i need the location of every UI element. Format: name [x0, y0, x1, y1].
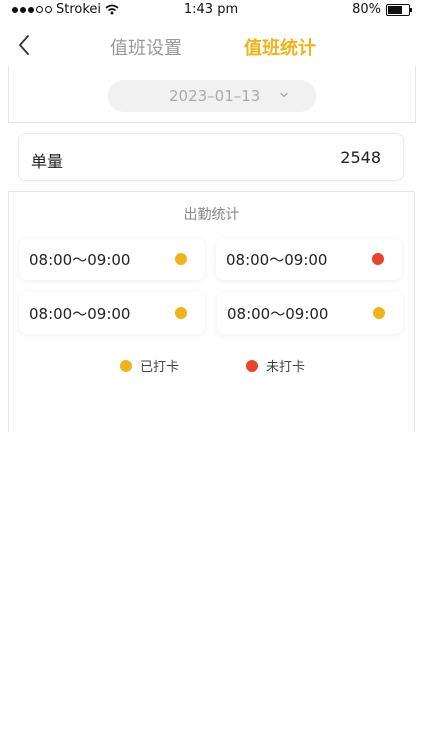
legend-unchecked-label: 未打卡 — [266, 360, 306, 375]
attendance-legend: 已打卡 未打卡 — [9, 356, 414, 375]
status-dot — [373, 307, 385, 319]
quantity-label: 单量 — [31, 152, 64, 171]
shift-time: 08:00～09:00 — [227, 305, 329, 323]
back-button[interactable] — [14, 32, 36, 58]
quantity-value: 2548 — [340, 148, 381, 167]
status-dot — [175, 253, 187, 265]
status-right: 80% — [352, 2, 412, 17]
nav-bar: 值班设置 值班统计 — [0, 20, 422, 70]
quantity-card: 单量 2548 — [18, 133, 404, 181]
tab-duty-settings[interactable]: 值班设置 — [110, 34, 182, 60]
status-dot — [175, 307, 187, 319]
chevron-left-icon — [19, 35, 29, 55]
date-picker[interactable]: 2023–01–13 — [108, 80, 316, 112]
battery-icon — [386, 3, 412, 16]
unchecked-dot-icon — [246, 359, 258, 372]
shift-slot[interactable]: 08:00～09:00 — [216, 238, 402, 280]
shift-time: 08:00～09:00 — [29, 251, 131, 269]
legend-unchecked: 未打卡 — [246, 356, 305, 375]
status-bar: Strokei 1:43 pm 80% — [0, 0, 422, 20]
chevron-down-icon — [280, 92, 288, 98]
shift-slot[interactable]: 08:00～09:00 — [19, 292, 205, 334]
shift-slot[interactable]: 08:00～09:00 — [217, 292, 403, 334]
attendance-panel: 出勤统计 08:00～09:00 08:00～09:00 08:00～09:00… — [8, 191, 415, 432]
checked-dot-icon — [120, 359, 132, 372]
battery-percent: 80% — [352, 2, 381, 17]
legend-checked-label: 已打卡 — [140, 360, 180, 375]
status-dot — [372, 253, 384, 265]
attendance-title: 出勤统计 — [183, 207, 240, 223]
shift-slot[interactable]: 08:00～09:00 — [19, 238, 205, 280]
tab-duty-stats[interactable]: 值班统计 — [244, 34, 316, 60]
date-value: 2023–01–13 — [169, 87, 261, 105]
date-panel: 2023–01–13 — [8, 66, 416, 123]
shift-time: 08:00～09:00 — [226, 251, 328, 269]
legend-checked: 已打卡 — [120, 356, 179, 375]
shift-time: 08:00～09:00 — [29, 305, 131, 323]
